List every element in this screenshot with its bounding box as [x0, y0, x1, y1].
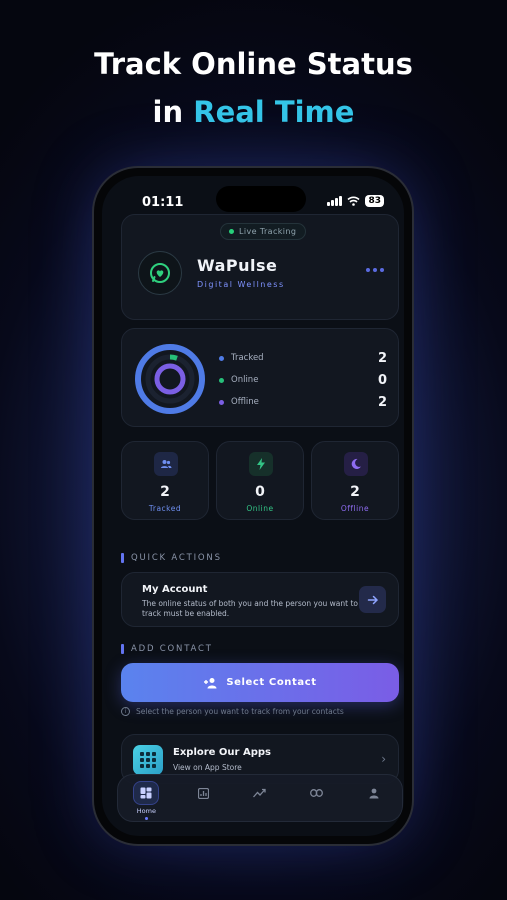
promo-headline-line2: in Real Time [0, 95, 507, 129]
profile-icon [361, 781, 387, 805]
active-tab-dot [144, 817, 148, 820]
legend-row-offline: Offline 2 [219, 391, 387, 413]
legend-value: 2 [377, 394, 387, 410]
status-legend: Tracked 2 Online 0 Offline 2 [219, 347, 387, 413]
quick-actions-heading: QUICK ACTIONS [121, 553, 222, 563]
my-account-title: My Account [142, 584, 208, 595]
add-contact-heading: ADD CONTACT [121, 644, 213, 654]
app-subtitle: Digital Wellness [197, 280, 285, 289]
select-contact-button[interactable]: Select Contact [121, 663, 399, 702]
wifi-icon [347, 196, 361, 206]
bolt-icon [249, 452, 273, 476]
explore-apps-subtitle: View on App Store [173, 763, 242, 772]
tab-profile[interactable] [356, 781, 392, 805]
add-person-icon [204, 677, 217, 688]
legend-row-online: Online 0 [219, 369, 387, 391]
users-icon [154, 452, 178, 476]
legend-value: 2 [377, 350, 387, 366]
legend-label: Tracked [231, 353, 264, 363]
tracking-summary-card: Tracked 2 Online 0 Offline 2 [121, 328, 399, 427]
select-contact-hint: i Select the person you want to track fr… [121, 707, 344, 716]
app-name: WaPulse [197, 256, 278, 275]
chevron-right-icon: › [381, 752, 386, 766]
offline-label: Offline [340, 504, 370, 513]
moon-icon [344, 452, 368, 476]
online-label: Online [246, 504, 274, 513]
apps-grid-icon [133, 745, 163, 775]
offline-tile[interactable]: 2 Offline [311, 441, 399, 520]
tab-home[interactable]: Home [128, 781, 164, 820]
dashboard-icon [133, 781, 160, 805]
my-account-arrow-button[interactable] [359, 586, 386, 613]
offline-count: 2 [350, 484, 360, 500]
tab-activity[interactable] [242, 781, 278, 805]
status-icons: 83 [327, 195, 384, 207]
explore-apps-title: Explore Our Apps [173, 747, 271, 758]
my-account-card[interactable]: My Account The online status of both you… [121, 572, 399, 627]
quick-actions-title: QUICK ACTIONS [131, 553, 222, 563]
online-count: 0 [255, 484, 265, 500]
my-account-description: The online status of both you and the pe… [142, 599, 359, 618]
tracked-label: Tracked [148, 504, 182, 513]
bottom-tab-bar: Home [117, 774, 403, 822]
promo-line2-prefix: in [152, 95, 184, 129]
live-tracking-label: Live Tracking [239, 227, 297, 236]
live-dot [229, 229, 234, 234]
arrow-right-icon [367, 595, 378, 604]
app-logo [138, 251, 182, 295]
status-donut-chart [135, 344, 205, 414]
status-time: 01:11 [142, 195, 184, 210]
info-icon: i [121, 707, 130, 716]
promo-line2-accent: Real Time [193, 95, 355, 129]
whatsapp-heart-icon [150, 263, 170, 283]
dynamic-island [216, 186, 306, 212]
trend-icon [247, 781, 273, 805]
tracked-count: 2 [160, 484, 170, 500]
app-screen: 01:11 83 Live Tracking WaPulse Digital W… [102, 176, 404, 836]
tab-home-label: Home [136, 807, 156, 815]
legend-row-tracked: Tracked 2 [219, 347, 387, 369]
link-icon [304, 781, 330, 805]
promo-headline-line1: Track Online Status [94, 47, 413, 81]
live-tracking-badge: Live Tracking [220, 223, 307, 240]
tracked-tile[interactable]: 2 Tracked [121, 441, 209, 520]
select-contact-label: Select Contact [226, 677, 317, 688]
tab-links[interactable] [299, 781, 335, 805]
legend-value: 0 [377, 372, 387, 388]
signal-icon [327, 196, 343, 206]
hint-text: Select the person you want to track from… [136, 707, 344, 716]
phone-frame: 01:11 83 Live Tracking WaPulse Digital W… [94, 168, 412, 844]
add-contact-title: ADD CONTACT [131, 644, 213, 654]
legend-label: Offline [231, 397, 259, 407]
battery-indicator: 83 [365, 195, 384, 207]
legend-label: Online [231, 375, 259, 385]
tab-stats[interactable] [185, 781, 221, 805]
online-tile[interactable]: 0 Online [216, 441, 304, 520]
chart-icon [190, 781, 216, 805]
app-header-card: Live Tracking WaPulse Digital Wellness [121, 214, 399, 320]
more-options-icon[interactable] [366, 268, 384, 272]
